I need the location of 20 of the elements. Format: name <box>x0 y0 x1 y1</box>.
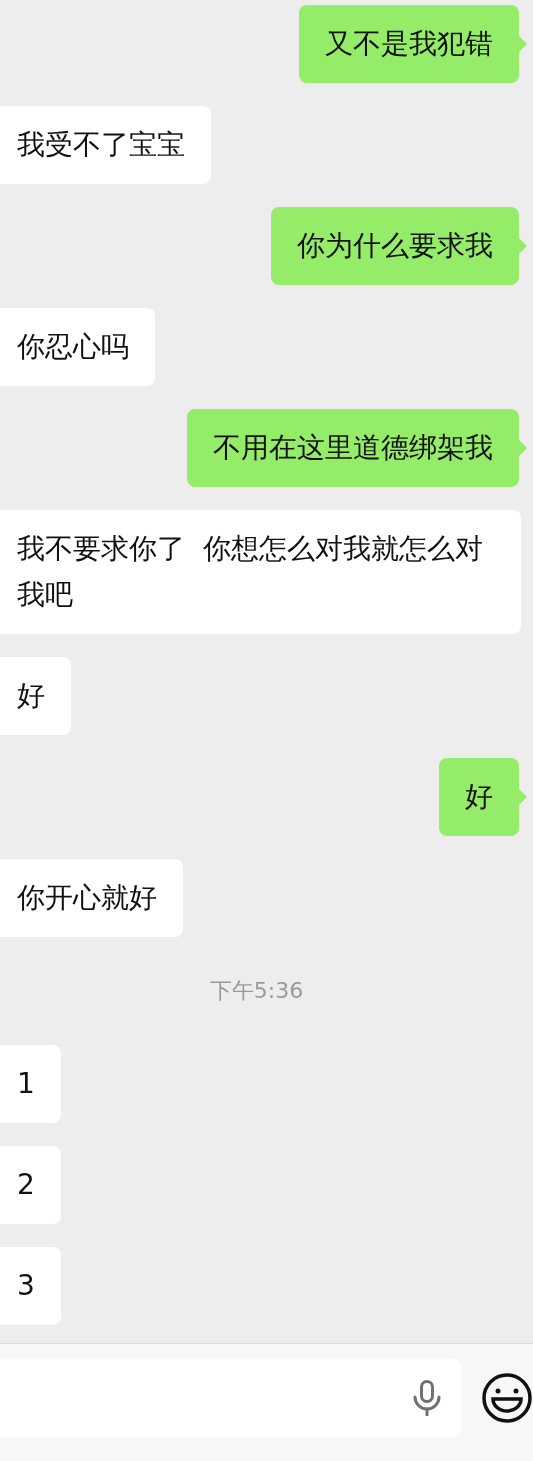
received-message-bubble: 3 <box>0 1247 61 1325</box>
sent-message-bubble: 好 <box>439 758 519 836</box>
message-input-field[interactable] <box>0 1359 461 1437</box>
received-message-bubble: 你开心就好 <box>0 859 183 937</box>
sent-message-bubble: 你为什么要求我 <box>271 207 519 285</box>
bubble-tail <box>519 238 527 254</box>
bubble-tail <box>519 789 527 805</box>
bubble-tail <box>519 36 527 52</box>
received-message-bubble: 我不要求你了 你想怎么对我就怎么对我吧 <box>0 510 521 634</box>
received-message-bubble: 你忍心吗 <box>0 308 155 386</box>
microphone-icon[interactable] <box>413 1380 441 1416</box>
received-message-bubble: 好 <box>0 657 71 735</box>
received-message-bubble: 1 <box>0 1045 61 1123</box>
emoji-icon[interactable] <box>481 1372 533 1424</box>
received-message-bubble: 2 <box>0 1146 61 1224</box>
bubble-tail <box>519 440 527 456</box>
sent-message-bubble: 不用在这里道德绑架我 <box>187 409 519 487</box>
timestamp: 下午5:36 <box>209 977 304 1005</box>
sent-message-bubble: 又不是我犯错 <box>299 5 519 83</box>
received-message-bubble: 我受不了宝宝 <box>0 106 211 184</box>
